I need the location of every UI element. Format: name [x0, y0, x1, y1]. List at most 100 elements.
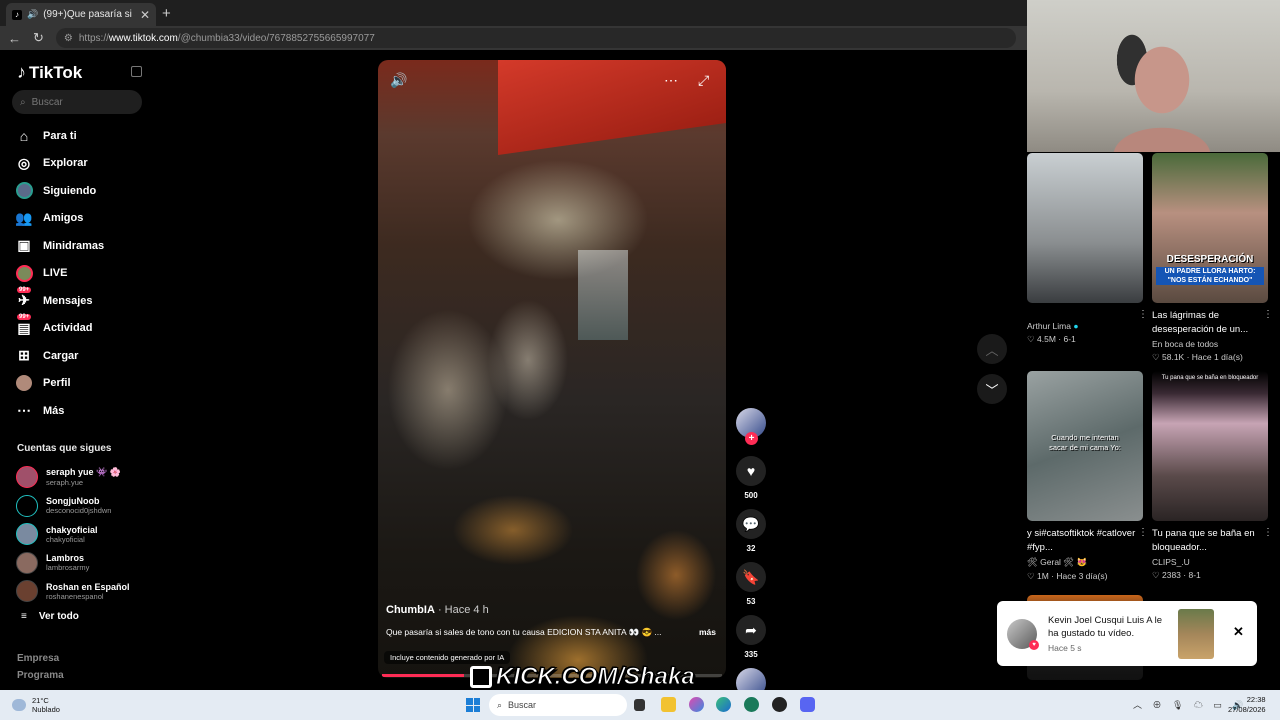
more-options-icon[interactable]: ⋮ [1138, 309, 1148, 320]
new-tab-icon[interactable]: + [162, 5, 171, 22]
account-item[interactable]: Roshan en Español roshanenespanol [16, 577, 130, 606]
video-stats: ♡ 1M · Hace 3 día(s) [1027, 571, 1108, 581]
like-count: 2383 [1162, 570, 1181, 580]
more-options-icon[interactable]: ⋮ [1263, 309, 1273, 320]
close-tab-icon[interactable]: ✕ [140, 8, 150, 22]
video-author[interactable]: ChumbIA [386, 604, 435, 616]
search-input[interactable]: ⌕ Buscar [12, 90, 142, 114]
browser-tab[interactable]: ♪ 🔊 (99+)Que pasaría si sales de t ✕ [6, 3, 156, 26]
live-icon [15, 264, 33, 282]
weather-temp: 21°C [32, 696, 49, 705]
recommended-video-4[interactable]: Tu pana que se baña en bloqueador Tu pan… [1152, 371, 1273, 581]
nav-label: Para ti [43, 129, 77, 142]
reload-icon[interactable]: ↻ [33, 30, 44, 46]
url-field[interactable]: ⚙ https://www.tiktok.com/@chumbia33/vide… [55, 28, 1016, 48]
notification-time: Hace 5 s [1048, 643, 1082, 653]
kick-logo-icon [470, 666, 492, 688]
previous-video-button[interactable]: ︿ [977, 334, 1007, 364]
video-title[interactable]: y si#catsoftiktok #catlover #fyp... [1027, 527, 1143, 555]
nav-label: Actividad [43, 322, 93, 335]
footer-link-programa[interactable]: Programa [17, 667, 64, 684]
file-explorer-icon[interactable] [661, 697, 676, 712]
bookmark-icon: 🔖 [742, 568, 760, 585]
account-item[interactable]: chakyoficial chakyoficial [16, 520, 130, 549]
thumbnail-caption: Cuando me intentan sacar de mi cama Yo: [1049, 433, 1121, 452]
nav-item-mas[interactable]: ⋯ Más [15, 397, 104, 425]
avatar [16, 523, 38, 546]
next-video-button[interactable]: ﹀ [977, 374, 1007, 404]
save-button[interactable]: 🔖 [736, 562, 766, 592]
footer-link-empresa[interactable]: Empresa [17, 650, 64, 667]
share-button[interactable]: ➦ [736, 615, 766, 645]
nav-item-minidramas[interactable]: ▣ Minidramas [15, 232, 104, 260]
comment-count: 32 [746, 544, 756, 553]
comment-button[interactable]: 💬 [736, 509, 766, 539]
video-scene-fridge [578, 250, 628, 340]
video-thumbnail[interactable] [1027, 153, 1143, 303]
site-info-icon[interactable]: ⚙ [64, 33, 73, 44]
video-extra: Hace 1 día(s) [1191, 352, 1243, 362]
app-icon[interactable] [744, 697, 759, 712]
copilot-icon[interactable] [689, 697, 704, 712]
fullscreen-icon[interactable]: ⤢ [698, 72, 709, 89]
nav-item-cargar[interactable]: ⊞ Cargar [15, 342, 104, 370]
speaker-icon[interactable]: 🔊 [27, 9, 38, 20]
nav-item-live[interactable]: LIVE [15, 260, 104, 288]
account-name: Lambros [46, 553, 85, 564]
author-name[interactable]: En boca de todos [1152, 339, 1268, 349]
account-username: seraph.yue [46, 478, 84, 488]
messages-icon: ✈ 99+ [17, 286, 32, 309]
task-view-icon[interactable] [634, 699, 645, 711]
recommended-video-2[interactable]: DESESPERACIÓN UN PADRE LLORA HARTO: "NOS… [1152, 153, 1273, 363]
video-thumbnail[interactable]: Tu pana que se baña en bloqueador [1152, 371, 1268, 521]
more-options-icon[interactable]: ⋯ [664, 72, 678, 89]
video-author[interactable]: Arthur Lima ● [1027, 321, 1143, 331]
weather-widget[interactable]: 21°C Nublado [12, 696, 60, 714]
video-title[interactable]: Tu pana que se baña en bloqueador... [1152, 527, 1268, 555]
nav-item-siguiendo[interactable]: Siguiendo [15, 177, 104, 205]
account-item[interactable]: seraph yue 👾 🌸 seraph.yue [16, 463, 130, 492]
video-title[interactable]: Las lágrimas de desesperación de un... [1152, 309, 1268, 337]
account-username: lambrosarmy [46, 563, 90, 573]
video-author-line[interactable]: ChumbIA · Hace 4 h [386, 604, 716, 616]
video-thumbnail[interactable]: Cuando me intentan sacar de mi cama Yo: [1027, 371, 1143, 521]
nav-item-actividad[interactable]: ▤ 99+ Actividad [15, 314, 104, 343]
tiktok-logo[interactable]: ♪ TikTok [17, 62, 82, 83]
nav-item-para-ti[interactable]: ⌂ Para ti [15, 122, 104, 150]
video-stats: ♡ 4.5M · 6-1 [1027, 334, 1076, 344]
more-options-icon[interactable]: ⋮ [1138, 527, 1148, 538]
author-name[interactable]: CLIPS_.U [1152, 557, 1268, 567]
follow-plus-icon[interactable]: + [745, 432, 758, 445]
nav-item-perfil[interactable]: Perfil [15, 370, 104, 398]
creator-avatar[interactable]: + [736, 408, 766, 445]
recommended-video-3[interactable]: Cuando me intentan sacar de mi cama Yo: … [1027, 371, 1148, 582]
nav-item-amigos[interactable]: 👥 Amigos [15, 205, 104, 233]
chrome-icon[interactable] [772, 697, 787, 712]
edge-icon[interactable] [716, 697, 731, 712]
windows-start-icon[interactable] [466, 698, 480, 712]
account-item[interactable]: Lambros lambrosarmy [16, 549, 130, 578]
volume-icon[interactable]: 🔊 [390, 72, 407, 89]
see-all-button[interactable]: ≡ Ver todo [21, 611, 79, 622]
notification-toast[interactable]: Kevin Joel Cusqui Luis A le ha gustado t… [997, 601, 1257, 666]
recommended-video-1[interactable]: Arthur Lima ● ♡ 4.5M · 6-1 ⋮ [1027, 153, 1148, 345]
video-thumbnail[interactable]: DESESPERACIÓN UN PADRE LLORA HARTO: "NOS… [1152, 153, 1268, 303]
discord-icon[interactable] [800, 697, 815, 712]
collapse-sidebar-icon[interactable] [131, 66, 142, 77]
more-options-icon[interactable]: ⋮ [1263, 527, 1273, 538]
nav-item-explorar[interactable]: ◎ Explorar [15, 150, 104, 178]
compass-icon: ◎ [17, 154, 31, 171]
nav-label: Cargar [43, 349, 79, 362]
clock[interactable]: 22:38 27/08/2026 [1228, 695, 1266, 715]
nav-item-mensajes[interactable]: ✈ 99+ Mensajes [15, 286, 104, 315]
more-link[interactable]: más [699, 627, 716, 638]
back-icon[interactable]: ← [8, 31, 21, 46]
close-icon[interactable]: ✕ [1233, 624, 1244, 640]
account-username: desconocid0jshdwn [46, 506, 112, 516]
account-item[interactable]: SongjuNoob desconocid0jshdwn [16, 492, 130, 521]
video-player[interactable]: 🔊 ⋯ ⤢ ChumbIA · Hace 4 h Que pasaría si … [378, 60, 726, 678]
author-name[interactable]: 🛠 Geral 🛠 😻 [1027, 557, 1143, 568]
notification-video-thumbnail[interactable] [1178, 609, 1214, 659]
taskbar-search[interactable]: ⌕ Buscar [489, 694, 627, 716]
like-button[interactable]: ♥ [736, 456, 766, 486]
